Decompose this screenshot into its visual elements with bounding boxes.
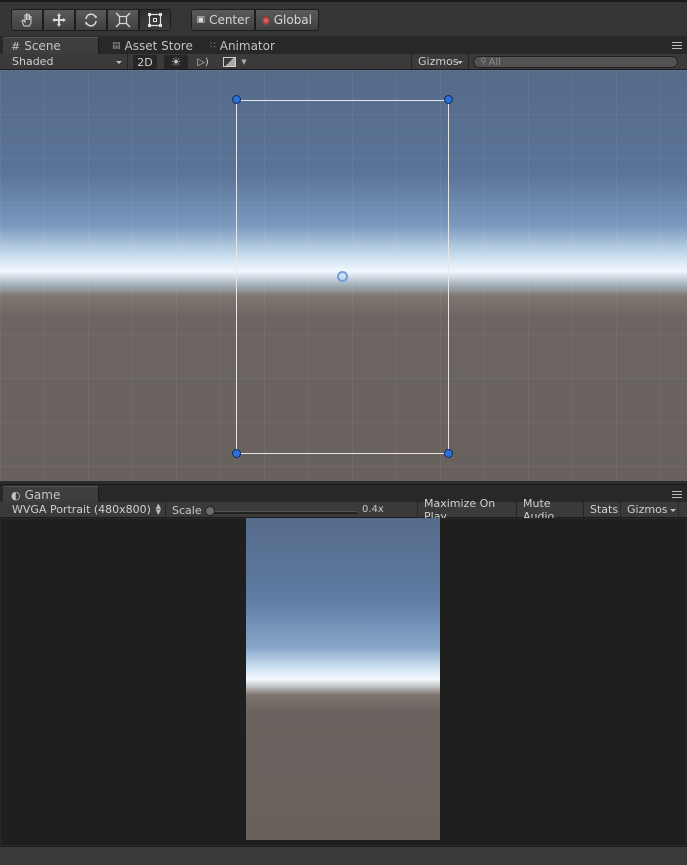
hand-icon xyxy=(21,13,32,27)
tab-game-label: Game xyxy=(24,488,61,502)
scene-effects-dropdown[interactable]: ▼ xyxy=(219,55,251,69)
search-icon: ⚲ xyxy=(480,57,487,67)
scene-gizmos-label: Gizmos xyxy=(418,55,459,68)
scale-tool-button[interactable] xyxy=(107,9,139,31)
scene-search-input[interactable]: ⚲ All xyxy=(473,56,678,68)
search-placeholder: All xyxy=(488,56,501,68)
tab-animator[interactable]: ∷ Animator xyxy=(202,37,292,54)
main-toolbar: ▣ Center Global xyxy=(0,0,687,36)
tab-asset-store-label: Asset Store xyxy=(124,38,193,53)
updown-icon: ▲ ▼ xyxy=(155,502,161,516)
rotate-tool-button[interactable] xyxy=(75,9,107,31)
pivot-center-label: Center xyxy=(209,13,250,27)
scene-gizmos-dropdown[interactable]: Gizmos xyxy=(411,54,469,69)
sun-icon: ☀ xyxy=(170,55,182,69)
rect-handle-bottom-left[interactable] xyxy=(232,449,241,458)
game-toolbar: WVGA Portrait (480x800) ▲ ▼ Scale 0.4x Ma… xyxy=(0,497,687,523)
move-tool-button[interactable] xyxy=(43,9,75,31)
tab-scene-label: Scene xyxy=(24,39,61,53)
image-icon xyxy=(223,57,237,67)
speaker-icon: ▷) xyxy=(197,56,209,68)
tab-scene[interactable]: # Scene xyxy=(3,37,99,54)
animator-icon: ∷ xyxy=(210,40,216,51)
shading-mode-dropdown[interactable]: Shaded xyxy=(6,54,128,69)
aspect-ratio-label: WVGA Portrait (480x800) xyxy=(12,503,151,516)
scale-label: Scale xyxy=(172,504,202,517)
game-gizmos-label: Gizmos xyxy=(627,503,668,516)
chevron-down-icon xyxy=(670,509,676,512)
pivot-handle[interactable] xyxy=(337,271,348,282)
rect-tool-button[interactable] xyxy=(139,9,171,31)
shading-mode-label: Shaded xyxy=(12,55,54,68)
rotate-icon xyxy=(85,13,97,27)
tab-game[interactable]: ◐ Game xyxy=(3,486,99,503)
tab-asset-store[interactable]: ▤ Asset Store xyxy=(104,37,196,54)
game-render-preview[interactable] xyxy=(246,518,440,840)
asset-store-icon: ▤ xyxy=(112,40,121,51)
scene-lighting-toggle[interactable]: ☀ xyxy=(164,55,188,69)
aspect-ratio-dropdown[interactable]: WVGA Portrait (480x800) ▲ ▼ xyxy=(6,502,166,517)
chevron-down-icon xyxy=(457,61,463,64)
game-icon: ◐ xyxy=(11,488,21,502)
rect-tool-icon xyxy=(148,13,162,27)
chevron-down-icon xyxy=(116,61,122,64)
rect-handle-bottom-right[interactable] xyxy=(444,449,453,458)
rect-handle-top-right[interactable] xyxy=(444,95,453,104)
scene-toolbar: Shaded 2D ☀ ▷) ▼ Gizmos ⚲ All xyxy=(0,54,687,70)
pivot-center-icon: ▣ xyxy=(196,15,206,25)
tab-animator-label: Animator xyxy=(219,38,275,53)
stats-label: Stats xyxy=(590,503,619,516)
scene-viewport[interactable] xyxy=(0,70,687,481)
scene-audio-toggle[interactable]: ▷) xyxy=(192,55,214,69)
scale-slider-knob[interactable] xyxy=(205,506,215,516)
hand-tool-button[interactable] xyxy=(11,9,43,31)
maximize-on-play-toggle[interactable]: Maximize On Play xyxy=(417,497,517,523)
chevron-down-icon: ▼ xyxy=(241,58,247,66)
rect-handle-top-left[interactable] xyxy=(232,95,241,104)
scale-icon xyxy=(115,12,131,28)
stats-toggle[interactable]: Stats xyxy=(584,502,621,517)
mute-audio-toggle[interactable]: Mute Audio xyxy=(517,497,584,523)
scale-value: 0.4x xyxy=(362,504,384,515)
scene-grid-icon: # xyxy=(11,39,21,53)
pivot-global-label: Global xyxy=(273,13,312,27)
pivot-center-toggle[interactable]: ▣ Center xyxy=(191,9,255,31)
status-bar xyxy=(0,846,687,865)
move-icon xyxy=(52,13,66,27)
panel-menu-icon[interactable] xyxy=(672,491,682,500)
pivot-global-toggle[interactable]: Global xyxy=(255,9,319,31)
game-gizmos-dropdown[interactable]: Gizmos xyxy=(621,502,679,517)
scale-slider-track[interactable] xyxy=(207,511,357,514)
game-tab-bar: ◐ Game xyxy=(0,484,687,503)
panel-menu-icon[interactable] xyxy=(672,42,682,51)
2d-mode-label: 2D xyxy=(137,55,153,69)
globe-icon xyxy=(262,14,270,26)
2d-mode-toggle[interactable]: 2D xyxy=(133,55,157,69)
scene-tab-bar: # Scene ▤ Asset Store ∷ Animator xyxy=(0,36,687,54)
